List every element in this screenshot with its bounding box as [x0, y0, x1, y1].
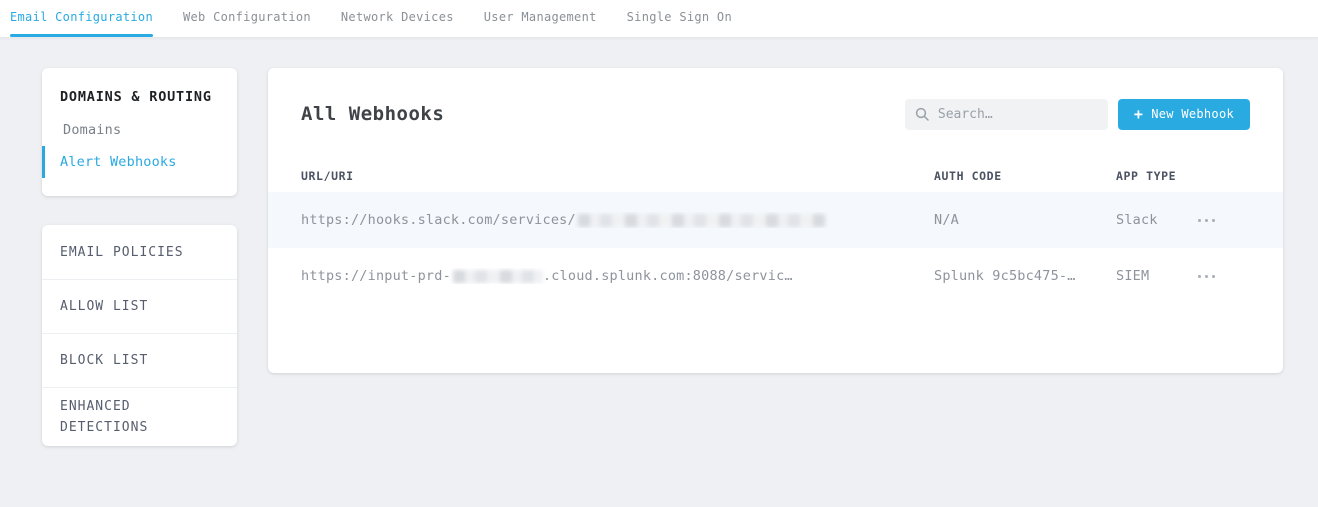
auth-code-cell: Splunk 9c5bc475-…: [934, 268, 1116, 284]
sidebar-item-domains[interactable]: Domains: [42, 114, 237, 146]
app-type-cell: Slack: [1116, 212, 1194, 228]
webhook-table-row: https://input-prd- .cloud.splunk.com:8088…: [268, 248, 1283, 304]
page-content: DOMAINS & ROUTING Domains Alert Webhooks…: [0, 38, 1318, 446]
redacted-url-segment: [578, 214, 825, 227]
app-type-cell: SIEM: [1116, 268, 1194, 284]
webhook-table-row: https://hooks.slack.com/services/ N/A Sl…: [268, 192, 1283, 248]
search-input[interactable]: [938, 107, 1098, 122]
sidebar-card-domains-routing: DOMAINS & ROUTING Domains Alert Webhooks: [42, 68, 237, 196]
sidebar-card-groups: EMAIL POLICIES ALLOW LIST BLOCK LIST ENH…: [42, 225, 237, 446]
tab-web-configuration[interactable]: Web Configuration: [183, 0, 311, 37]
webhook-url-suffix: .cloud.splunk.com:8088/servic…: [543, 268, 793, 284]
column-header-auth-code: AUTH CODE: [934, 169, 1116, 183]
row-actions-menu[interactable]: [1194, 269, 1219, 284]
row-actions-menu[interactable]: [1194, 213, 1219, 228]
webhook-url-cell: https://input-prd- .cloud.splunk.com:8088…: [301, 268, 934, 284]
sidebar-item-allow-list[interactable]: ALLOW LIST: [42, 279, 237, 333]
tab-user-management[interactable]: User Management: [484, 0, 597, 37]
plus-icon: +: [1134, 107, 1143, 122]
column-header-url: URL/URI: [301, 169, 934, 183]
ellipsis-icon: [1198, 219, 1201, 222]
sidebar-item-block-list[interactable]: BLOCK LIST: [42, 333, 237, 387]
top-tab-bar: Email Configuration Web Configuration Ne…: [0, 0, 1318, 38]
panel-header: All Webhooks + New Webhook: [268, 68, 1283, 160]
table-header-row: URL/URI AUTH CODE APP TYPE: [268, 160, 1283, 192]
new-webhook-button[interactable]: + New Webhook: [1118, 99, 1250, 130]
sidebar: DOMAINS & ROUTING Domains Alert Webhooks…: [42, 68, 237, 446]
sidebar-section-header: DOMAINS & ROUTING: [42, 80, 237, 114]
sidebar-item-alert-webhooks[interactable]: Alert Webhooks: [42, 146, 237, 178]
sidebar-item-email-policies[interactable]: EMAIL POLICIES: [42, 225, 237, 279]
new-webhook-button-label: New Webhook: [1151, 107, 1234, 121]
column-header-app-type: APP TYPE: [1116, 169, 1194, 183]
ellipsis-icon: [1198, 275, 1201, 278]
page-title: All Webhooks: [301, 103, 444, 125]
tab-email-configuration[interactable]: Email Configuration: [10, 0, 153, 37]
webhook-url-prefix: https://input-prd-: [301, 268, 451, 284]
tab-single-sign-on[interactable]: Single Sign On: [627, 0, 732, 37]
tab-network-devices[interactable]: Network Devices: [341, 0, 454, 37]
search-icon: [915, 107, 929, 121]
webhooks-panel: All Webhooks + New Webhook URL/URI AUTH …: [268, 68, 1283, 373]
search-box[interactable]: [905, 99, 1108, 130]
webhook-url-cell: https://hooks.slack.com/services/: [301, 212, 934, 228]
webhook-url-prefix: https://hooks.slack.com/services/: [301, 212, 576, 228]
sidebar-item-enhanced-detections[interactable]: ENHANCED DETECTIONS: [42, 387, 237, 446]
redacted-url-segment: [453, 270, 543, 283]
auth-code-cell: N/A: [934, 212, 1116, 228]
